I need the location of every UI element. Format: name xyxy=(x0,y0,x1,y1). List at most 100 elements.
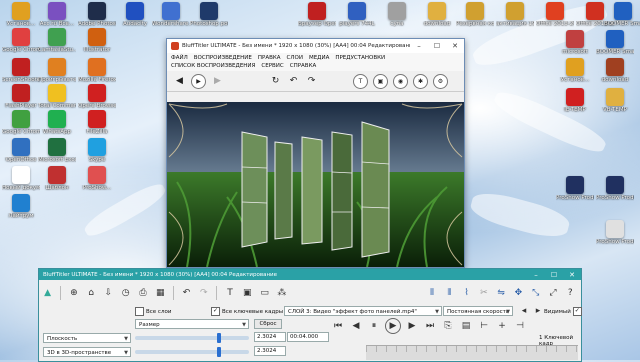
desktop-icon[interactable]: ScreenShooter xyxy=(2,58,40,83)
menu-presets[interactable]: ПРЕДУСТАНОВКИ xyxy=(335,54,385,62)
menu-playlist[interactable]: СПИСОК ВОСПРОИЗВЕДЕНИЯ xyxy=(171,62,255,70)
desktop-icon[interactable]: WhatsApp xyxy=(38,110,76,135)
paste-icon[interactable]: ▤ xyxy=(459,319,473,333)
desktop-icon[interactable]: Opera Browser xyxy=(78,84,116,109)
close-icon[interactable]: ✕ xyxy=(446,42,464,50)
minimize-icon[interactable]: – xyxy=(410,42,428,50)
image-layer-icon[interactable]: ▣ xyxy=(241,286,254,300)
preview-titlebar[interactable]: BluffTitler ULTIMATE - Без имени * 1920 … xyxy=(167,39,464,53)
next-frame-icon[interactable]: ▶ xyxy=(405,319,419,333)
slider-thumb[interactable] xyxy=(217,333,221,343)
editor-window[interactable]: BluffTitler ULTIMATE - Без имени * 1920 … xyxy=(38,268,582,362)
desktop-icon[interactable]: CamtasiaStu... xyxy=(38,28,76,53)
prev-key-icon[interactable]: ◂ xyxy=(517,304,531,318)
desktop-icon[interactable]: plаyers 744L xyxy=(338,2,376,27)
desktop-icon[interactable]: Total Commander xyxy=(38,84,76,109)
cut-icon[interactable]: ✂ xyxy=(477,286,490,300)
desktop-icon[interactable]: VB-TEMP xyxy=(596,88,634,113)
desktop-icon[interactable]: Установ... xyxy=(556,58,594,83)
desktop-icon[interactable]: BOOMER Smart Tut... xyxy=(604,2,640,27)
menu-help[interactable]: СПРАВКА xyxy=(290,62,317,70)
play-icon[interactable]: ▶ xyxy=(385,318,401,334)
help-icon[interactable]: ? xyxy=(564,286,577,300)
desktop-icon[interactable]: Office 2013-2019 xyxy=(536,2,574,27)
space-select[interactable]: 3D в 3D-пространстве ▼ xyxy=(43,347,131,357)
move-icon[interactable]: ✥ xyxy=(512,286,525,300)
time-field[interactable]: 00:04.000 xyxy=(287,332,329,342)
expand-icon[interactable]: ⤢ xyxy=(546,286,559,300)
timeline[interactable] xyxy=(366,345,578,360)
menu-edit[interactable]: ПРАВКА xyxy=(258,54,281,62)
all-layers-checkbox[interactable]: Все слои xyxy=(135,307,171,316)
play-button[interactable]: ▶ xyxy=(191,73,206,89)
desktop-icon[interactable]: FileZilla xyxy=(78,110,116,135)
desktop-icon[interactable]: ProShow... xyxy=(78,166,116,191)
plane-select[interactable]: Плоскость ▼ xyxy=(43,333,131,343)
render-viewport[interactable] xyxy=(167,102,464,267)
mirror-icon[interactable]: ⇋ xyxy=(495,286,508,300)
speed-select[interactable]: Постоянная скорость ▼ xyxy=(443,306,513,316)
desktop-icon[interactable]: Новый документ xyxy=(2,166,40,191)
desktop-icon[interactable]: Проигрыватель xyxy=(38,58,76,83)
menu-tools[interactable]: СЕРВИС xyxy=(261,62,283,70)
copy-icon[interactable]: ⎘ xyxy=(441,319,455,333)
desktop-icon[interactable]: Adobe Photoshop... xyxy=(78,2,116,27)
next-icon[interactable]: ▶ xyxy=(211,75,224,88)
clock-icon[interactable]: ◷ xyxy=(119,286,132,300)
desktop-icon[interactable]: активация 19 xyxy=(496,2,534,27)
desktop-icon[interactable]: FlashPlayer xyxy=(2,84,40,109)
close-icon[interactable]: ✕ xyxy=(563,271,581,279)
app-triangle-icon[interactable]: ▲ xyxy=(41,286,54,300)
desktop-icon[interactable]: download xyxy=(596,58,634,83)
save-icon[interactable]: ⇩ xyxy=(102,286,115,300)
desktop-icon[interactable]: Photoshop portable xyxy=(190,2,228,27)
x-slider[interactable] xyxy=(135,333,249,343)
desktop-icon[interactable]: Google Chrome xyxy=(2,28,40,53)
text-layer-icon[interactable]: T xyxy=(223,286,236,300)
reset-button[interactable]: Сброс xyxy=(254,319,282,329)
visible-checkbox[interactable]: Видимый ✓ xyxy=(544,307,584,316)
desktop-icon[interactable]: Wondershare... xyxy=(152,2,190,27)
desktop-icon[interactable]: ProShow Producer xyxy=(596,176,634,201)
undo-icon[interactable]: ↶ xyxy=(287,75,300,88)
desktop-icon[interactable]: Acc.ru Все... xyxy=(38,2,76,27)
layer-select[interactable]: СЛОЙ 3: Видео "эффект фото панелей.mp4" … xyxy=(284,306,442,316)
menu-file[interactable]: ФАЙЛ xyxy=(171,54,188,62)
all-keyframes-checkbox[interactable]: ✓ Все ключевые кадры xyxy=(211,307,283,316)
menu-playback[interactable]: ВОСПРОИЗВЕДЕНИЕ xyxy=(194,54,252,62)
align-icon[interactable]: ⫴ xyxy=(425,286,438,300)
value-field-y[interactable]: 2.3024 xyxy=(254,346,286,356)
desktop-icon[interactable]: OpenOffice xyxy=(2,138,40,163)
desktop-icon[interactable]: Шаблон xyxy=(38,166,76,191)
prev-icon[interactable]: ◀ xyxy=(173,75,186,88)
maximize-icon[interactable]: ☐ xyxy=(428,42,446,50)
editor-titlebar[interactable]: BluffTitler ULTIMATE - Без имени * 1920 … xyxy=(39,269,581,280)
refresh-icon[interactable]: ↻ xyxy=(269,75,282,88)
desktop-icon[interactable]: Установ... xyxy=(2,2,40,27)
maximize-icon[interactable]: ☐ xyxy=(545,271,563,279)
redo-icon[interactable]: ↷ xyxy=(197,286,210,300)
desktop-icon[interactable]: download xyxy=(418,2,456,27)
desktop-icon[interactable]: microsoft xyxy=(556,30,594,55)
desktop-icon[interactable]: cyna xyxy=(378,2,416,27)
text-layer-icon[interactable]: T xyxy=(353,73,368,89)
align-icon[interactable]: ⫴ xyxy=(443,286,456,300)
undo-icon[interactable]: ↶ xyxy=(180,286,193,300)
export-icon[interactable]: ⎙ xyxy=(136,286,149,300)
next-key-icon[interactable]: ▸ xyxy=(531,304,545,318)
first-frame-icon[interactable]: ⏮ xyxy=(331,319,345,333)
grid-icon[interactable]: ▦ xyxy=(154,286,167,300)
last-frame-icon[interactable]: ⏭ xyxy=(423,319,437,333)
y-slider[interactable] xyxy=(135,347,249,357)
delete-key-icon[interactable]: ⊢ xyxy=(477,319,491,333)
pause-icon[interactable]: ⏸ xyxy=(367,319,381,333)
desktop-icon[interactable]: Skype xyxy=(78,138,116,163)
slider-thumb[interactable] xyxy=(217,347,221,357)
menu-media[interactable]: МЕДИА xyxy=(309,54,329,62)
desktop-icon[interactable]: Mozilla Firefox xyxy=(78,58,116,83)
open-folder-icon[interactable]: ⌂ xyxy=(85,286,98,300)
add-icon[interactable]: ⊕ xyxy=(67,286,80,300)
desktop-icon[interactable]: Браузер Opera xyxy=(298,2,336,27)
fx-icon[interactable]: ⚙ xyxy=(433,73,448,89)
desktop-icon[interactable]: ProShow Producer xyxy=(556,176,594,201)
